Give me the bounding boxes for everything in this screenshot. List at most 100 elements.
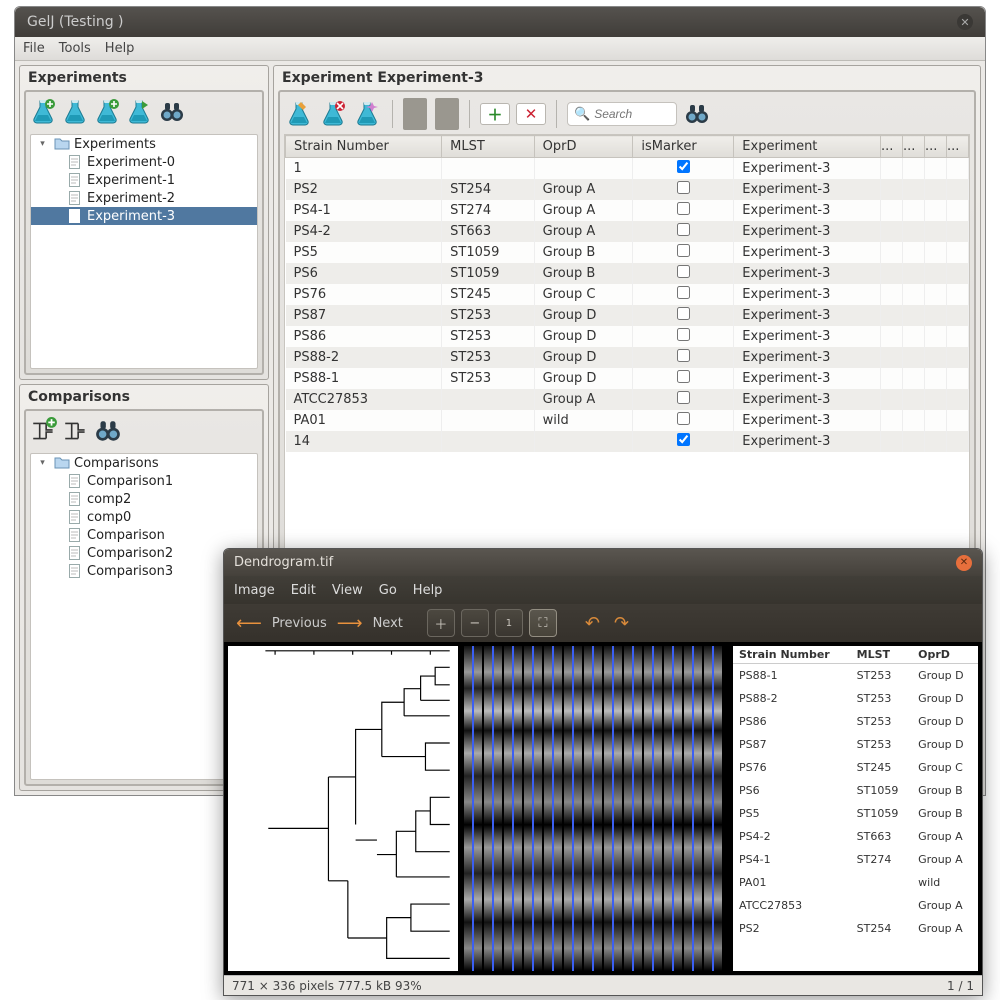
cell-oprd: Group D: [534, 326, 633, 347]
cell-marker[interactable]: [633, 368, 734, 389]
close-icon[interactable]: ✕: [957, 14, 973, 30]
table-row[interactable]: PS87ST253Group DExperiment-3: [286, 305, 969, 326]
flask-delete-icon[interactable]: [320, 100, 348, 128]
cell-oprd: Group A: [534, 179, 633, 200]
next-arrow-icon[interactable]: ⟶: [333, 613, 367, 634]
cell-marker[interactable]: [633, 347, 734, 368]
extra-col[interactable]: ...: [925, 136, 947, 158]
image-viewer-window[interactable]: Dendrogram.tif ✕ Image Edit View Go Help…: [223, 548, 983, 996]
zoom-in-button[interactable]: ＋: [427, 609, 455, 637]
cell-marker[interactable]: [633, 284, 734, 305]
cell-marker[interactable]: [633, 221, 734, 242]
next-button[interactable]: Next: [373, 616, 403, 631]
tree-label: comp2: [87, 492, 131, 507]
gray-tool-1[interactable]: [403, 98, 427, 130]
experiments-root[interactable]: ▾Experiments: [31, 135, 257, 153]
column-header[interactable]: isMarker: [633, 136, 734, 158]
cell-marker[interactable]: [633, 431, 734, 452]
cell-strain: 14: [286, 431, 442, 452]
binoculars-icon[interactable]: [158, 98, 186, 126]
comparison-item[interactable]: comp0: [31, 508, 257, 526]
gray-tool-2[interactable]: [435, 98, 459, 130]
cell-experiment: Experiment-3: [734, 389, 881, 410]
flask-icon[interactable]: [62, 98, 90, 126]
column-header[interactable]: Experiment: [734, 136, 881, 158]
cell-oprd: [534, 431, 633, 452]
table-row[interactable]: PS2ST254Group AExperiment-3: [286, 179, 969, 200]
experiment-item[interactable]: Experiment-3: [31, 207, 257, 225]
cell-strain: PS88-2: [286, 347, 442, 368]
cell-marker[interactable]: [633, 410, 734, 431]
zoom-out-button[interactable]: −: [461, 609, 489, 637]
table-row[interactable]: 1Experiment-3: [286, 158, 969, 180]
menu-help[interactable]: Help: [105, 41, 135, 56]
prev-button[interactable]: Previous: [272, 616, 327, 631]
experiment-item[interactable]: Experiment-1: [31, 171, 257, 189]
cell-marker[interactable]: [633, 242, 734, 263]
menu-go[interactable]: Go: [379, 583, 397, 598]
table-row[interactable]: PS4-1ST274Group AExperiment-3: [286, 200, 969, 221]
image-viewer-titlebar[interactable]: Dendrogram.tif ✕: [224, 549, 982, 576]
comparison-item[interactable]: Comparison1: [31, 472, 257, 490]
cell-marker[interactable]: [633, 200, 734, 221]
strain-table[interactable]: Strain NumberMLSTOprDisMarkerExperiment.…: [285, 135, 969, 452]
comparison-item[interactable]: comp2: [31, 490, 257, 508]
experiments-tree[interactable]: ▾ExperimentsExperiment-0Experiment-1Expe…: [30, 134, 258, 369]
comparisons-root[interactable]: ▾Comparisons: [31, 454, 257, 472]
extra-col[interactable]: ...: [903, 136, 925, 158]
dendrogram-add-icon[interactable]: [30, 417, 58, 445]
flask-new-icon[interactable]: [354, 100, 382, 128]
flask-pencil-icon[interactable]: [286, 100, 314, 128]
cell-oprd: Group A: [534, 200, 633, 221]
gelj-menubar: File Tools Help: [15, 37, 985, 61]
cell-marker[interactable]: [633, 179, 734, 200]
table-row[interactable]: PS86ST253Group DExperiment-3: [286, 326, 969, 347]
fit-window-button[interactable]: ⛶: [529, 609, 557, 637]
table-row[interactable]: PS5ST1059Group BExperiment-3: [286, 242, 969, 263]
cell-oprd: wild: [534, 410, 633, 431]
gelj-titlebar[interactable]: GelJ (Testing ) ✕: [15, 7, 985, 37]
dendrogram-icon[interactable]: [62, 417, 90, 445]
extra-col[interactable]: ...: [947, 136, 969, 158]
column-header[interactable]: OprD: [534, 136, 633, 158]
experiment-item[interactable]: Experiment-0: [31, 153, 257, 171]
table-row[interactable]: PS4-2ST663Group AExperiment-3: [286, 221, 969, 242]
table-row[interactable]: PS76ST245Group CExperiment-3: [286, 284, 969, 305]
menu-edit[interactable]: Edit: [291, 583, 316, 598]
flask-export-icon[interactable]: [126, 98, 154, 126]
zoom-100-button[interactable]: 1: [495, 609, 523, 637]
table-row[interactable]: PS6ST1059Group BExperiment-3: [286, 263, 969, 284]
flask-edit-icon[interactable]: [94, 98, 122, 126]
menu-file[interactable]: File: [23, 41, 45, 56]
experiment-item[interactable]: Experiment-2: [31, 189, 257, 207]
rotate-right-icon[interactable]: ↷: [610, 613, 633, 634]
rotate-left-icon[interactable]: ↶: [581, 613, 604, 634]
cell-marker[interactable]: [633, 389, 734, 410]
menu-tools[interactable]: Tools: [59, 41, 91, 56]
extra-col[interactable]: ...: [881, 136, 903, 158]
close-icon[interactable]: ✕: [956, 555, 972, 571]
menu-view[interactable]: View: [332, 583, 363, 598]
table-row[interactable]: ATCC27853Group AExperiment-3: [286, 389, 969, 410]
column-header[interactable]: MLST: [442, 136, 535, 158]
comparison-item[interactable]: Comparison: [31, 526, 257, 544]
tree-label: Comparison1: [87, 474, 173, 489]
slide-add-icon[interactable]: ＋: [480, 103, 510, 125]
table-row[interactable]: 14Experiment-3: [286, 431, 969, 452]
binoculars-icon[interactable]: [683, 100, 711, 128]
prev-arrow-icon[interactable]: ⟵: [232, 613, 266, 634]
table-row[interactable]: PA01wildExperiment-3: [286, 410, 969, 431]
cell-marker[interactable]: [633, 263, 734, 284]
slide-delete-icon[interactable]: ✕: [516, 103, 546, 125]
cell-marker[interactable]: [633, 158, 734, 180]
flask-add-icon[interactable]: [30, 98, 58, 126]
search-input[interactable]: 🔍: [567, 102, 677, 126]
binoculars-icon[interactable]: [94, 417, 122, 445]
cell-marker[interactable]: [633, 305, 734, 326]
cell-marker[interactable]: [633, 326, 734, 347]
menu-image[interactable]: Image: [234, 583, 275, 598]
table-row[interactable]: PS88-2ST253Group DExperiment-3: [286, 347, 969, 368]
column-header[interactable]: Strain Number: [286, 136, 442, 158]
table-row[interactable]: PS88-1ST253Group DExperiment-3: [286, 368, 969, 389]
menu-help[interactable]: Help: [413, 583, 443, 598]
